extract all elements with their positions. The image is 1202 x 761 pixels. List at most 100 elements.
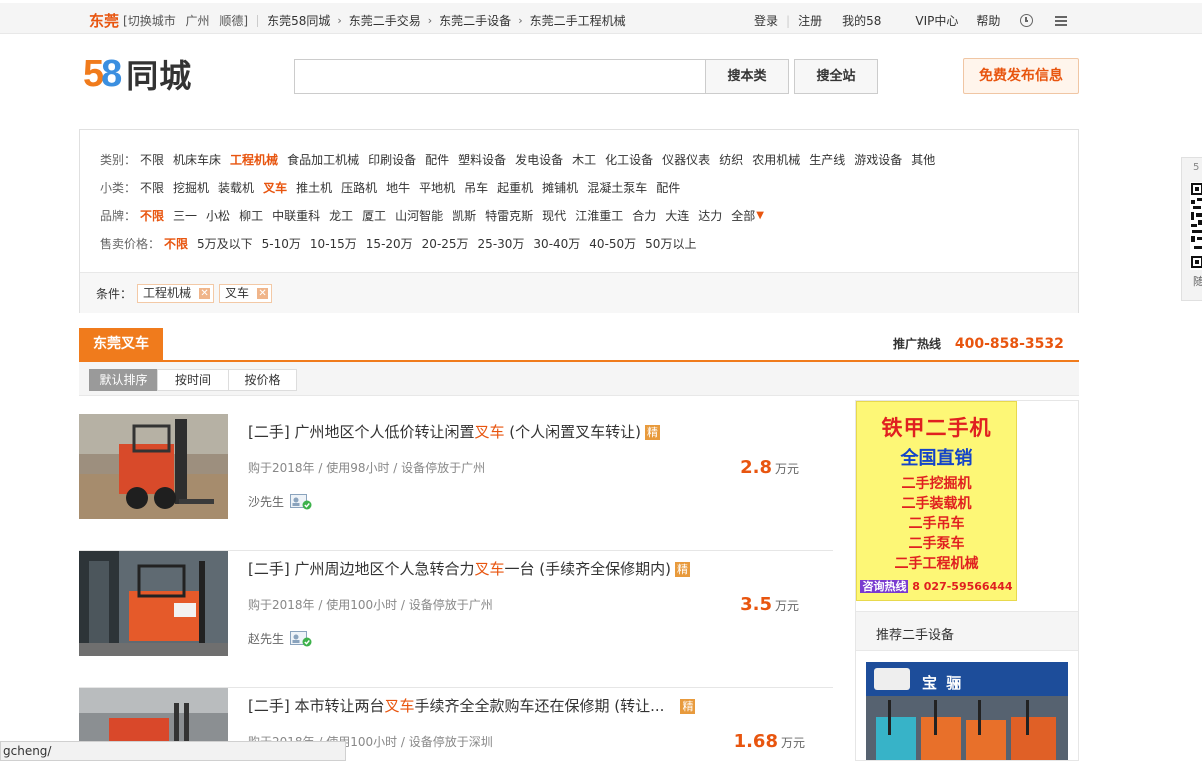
filter-option-brand[interactable]: 现代 <box>542 207 566 224</box>
filter-option-brand[interactable]: 江淮重工 <box>575 207 623 224</box>
filter-option-brand[interactable]: 三一 <box>173 207 197 224</box>
filter-option-price[interactable]: 40-50万 <box>589 235 636 252</box>
filter-option-category[interactable]: 印刷设备 <box>368 151 416 168</box>
listing-item[interactable]: [二手] 广州周边地区个人急转合力叉车一台 (手续齐全保修期内) 精 购于2018… <box>79 551 833 688</box>
filter-option-subcategory[interactable]: 压路机 <box>341 179 377 196</box>
login-link[interactable]: 登录 <box>754 12 778 29</box>
filter-option-price[interactable]: 不限 <box>164 235 188 252</box>
breadcrumb-trade[interactable]: 东莞二手交易 <box>349 12 421 29</box>
caret-down-icon[interactable]: ▼ <box>756 210 764 221</box>
filter-option-category[interactable]: 农用机械 <box>752 151 800 168</box>
filter-option-price[interactable]: 25-30万 <box>478 235 525 252</box>
filter-option-category[interactable]: 食品加工机械 <box>287 151 359 168</box>
listing-title[interactable]: [二手] 本市转让两台叉车手续齐全全款购车还在保修期 (转让... 精 <box>248 695 696 716</box>
filter-option-price[interactable]: 30-40万 <box>533 235 580 252</box>
filter-option-brand[interactable]: 全部 <box>731 207 755 224</box>
filter-option-category[interactable]: 配件 <box>425 151 449 168</box>
filter-option-brand[interactable]: 特雷克斯 <box>485 207 533 224</box>
sort-by-time-button[interactable]: 按时间 <box>157 369 229 391</box>
switch-city-link[interactable]: [切换城市 <box>123 14 176 28</box>
price-value: 3.5 <box>740 594 772 615</box>
filter-option-category[interactable]: 其他 <box>911 151 935 168</box>
listing-thumbnail[interactable] <box>79 551 228 656</box>
help-link[interactable]: 帮助 <box>976 12 1000 29</box>
remove-icon[interactable]: ✕ <box>257 288 269 299</box>
filter-option-brand[interactable]: 柳工 <box>239 207 263 224</box>
search-all-button[interactable]: 搜全站 <box>794 59 878 94</box>
filter-option-category[interactable]: 纺织 <box>719 151 743 168</box>
filter-option-category[interactable]: 机床车床 <box>173 151 221 168</box>
filter-option-subcategory[interactable]: 混凝土泵车 <box>587 179 647 196</box>
ad-line: 二手装载机 <box>901 496 972 512</box>
sort-default-button[interactable]: 默认排序 <box>89 369 158 391</box>
condition-tag-forklift[interactable]: 叉车 ✕ <box>219 284 273 303</box>
my58-link[interactable]: 我的58 <box>842 12 881 29</box>
history-clock-icon[interactable] <box>1020 14 1034 27</box>
listing-title[interactable]: [二手] 广州周边地区个人急转合力叉车一台 (手续齐全保修期内) 精 <box>248 558 690 579</box>
filter-option-category[interactable]: 化工设备 <box>605 151 653 168</box>
filter-option-price[interactable]: 5万及以下 <box>197 235 253 252</box>
nearby-city-shunde[interactable]: 顺德] <box>219 14 248 28</box>
filter-option-brand[interactable]: 龙工 <box>329 207 353 224</box>
filter-option-brand[interactable]: 山河智能 <box>395 207 443 224</box>
filter-option-subcategory[interactable]: 配件 <box>656 179 680 196</box>
filter-option-brand[interactable]: 凯斯 <box>452 207 476 224</box>
listing-title[interactable]: [二手] 广州地区个人低价转让闲置叉车 (个人闲置叉车转让) 精 <box>248 421 660 442</box>
filter-option-brand[interactable]: 不限 <box>140 207 164 224</box>
vip-link[interactable]: VIP中心 <box>915 12 958 29</box>
breadcrumb-equipment[interactable]: 东莞二手设备 <box>439 12 511 29</box>
search-category-button[interactable]: 搜本类 <box>705 59 789 94</box>
ad-phone: 咨询热线 8 027-59566444 <box>857 578 1016 594</box>
sidebar-ad-banner[interactable]: 铁甲二手机 全国直销 二手挖掘机 二手装载机 二手吊车 二手泵车 二手工程机械 … <box>856 401 1017 601</box>
filter-option-subcategory[interactable]: 推土机 <box>296 179 332 196</box>
filter-option-subcategory[interactable]: 摊铺机 <box>542 179 578 196</box>
filter-option-category[interactable]: 不限 <box>140 151 164 168</box>
tab-dongguan-forklift[interactable]: 东莞叉车 <box>79 328 163 361</box>
filter-option-price[interactable]: 15-20万 <box>366 235 413 252</box>
breadcrumb-construction[interactable]: 东莞二手工程机械 <box>530 12 626 29</box>
filter-option-subcategory[interactable]: 叉车 <box>263 179 287 196</box>
filter-option-price[interactable]: 5-10万 <box>262 235 301 252</box>
filter-option-subcategory[interactable]: 起重机 <box>497 179 533 196</box>
filter-option-price[interactable]: 10-15万 <box>310 235 357 252</box>
filter-option-category[interactable]: 塑料设备 <box>458 151 506 168</box>
filter-option-subcategory[interactable]: 吊车 <box>464 179 488 196</box>
filter-option-category[interactable]: 工程机械 <box>230 151 278 168</box>
current-city[interactable]: 东莞 <box>89 10 119 31</box>
listing-item[interactable]: [二手] 广州地区个人低价转让闲置叉车 (个人闲置叉车转让) 精 购于2018年 … <box>79 414 833 551</box>
filter-option-subcategory[interactable]: 装载机 <box>218 179 254 196</box>
free-post-button[interactable]: 免费发布信息 <box>963 58 1079 94</box>
filter-option-brand[interactable]: 大连 <box>665 207 689 224</box>
filter-option-brand[interactable]: 中联重科 <box>272 207 320 224</box>
search-input[interactable] <box>294 59 706 94</box>
listing-thumbnail[interactable] <box>79 414 228 519</box>
menu-icon[interactable] <box>1055 15 1068 26</box>
sort-by-price-button[interactable]: 按价格 <box>228 369 297 391</box>
divider: | <box>830 14 834 28</box>
filter-option-category[interactable]: 木工 <box>572 151 596 168</box>
filter-option-category[interactable]: 生产线 <box>809 151 845 168</box>
condition-tag-engineering[interactable]: 工程机械 ✕ <box>137 284 215 303</box>
nearby-city-guangzhou[interactable]: 广州 <box>186 14 210 28</box>
floating-qr-widget[interactable]: 5 随 <box>1181 157 1202 301</box>
filter-option-category[interactable]: 游戏设备 <box>854 151 902 168</box>
filter-option-category[interactable]: 仪器仪表 <box>662 151 710 168</box>
register-link[interactable]: 注册 <box>798 12 822 29</box>
listing-meta: 购于2018年 / 使用100小时 / 设备停放于广州 <box>248 598 493 612</box>
filter-option-subcategory[interactable]: 挖掘机 <box>173 179 209 196</box>
filter-option-brand[interactable]: 小松 <box>206 207 230 224</box>
filter-option-subcategory[interactable]: 平地机 <box>419 179 455 196</box>
ad-phone-label: 咨询热线 <box>860 580 909 593</box>
filter-option-price[interactable]: 20-25万 <box>422 235 469 252</box>
filter-option-category[interactable]: 发电设备 <box>515 151 563 168</box>
breadcrumb-home[interactable]: 东莞58同城 <box>267 12 330 29</box>
filter-option-brand[interactable]: 合力 <box>632 207 656 224</box>
remove-icon[interactable]: ✕ <box>199 288 211 299</box>
filter-option-brand[interactable]: 达力 <box>698 207 722 224</box>
recommend-image[interactable]: 宝 骊 <box>866 662 1068 760</box>
filter-option-subcategory[interactable]: 地牛 <box>386 179 410 196</box>
filter-option-price[interactable]: 50万以上 <box>645 235 696 252</box>
site-logo[interactable]: 5 8 同城 <box>83 54 192 95</box>
filter-option-brand[interactable]: 厦工 <box>362 207 386 224</box>
filter-option-subcategory[interactable]: 不限 <box>140 179 164 196</box>
